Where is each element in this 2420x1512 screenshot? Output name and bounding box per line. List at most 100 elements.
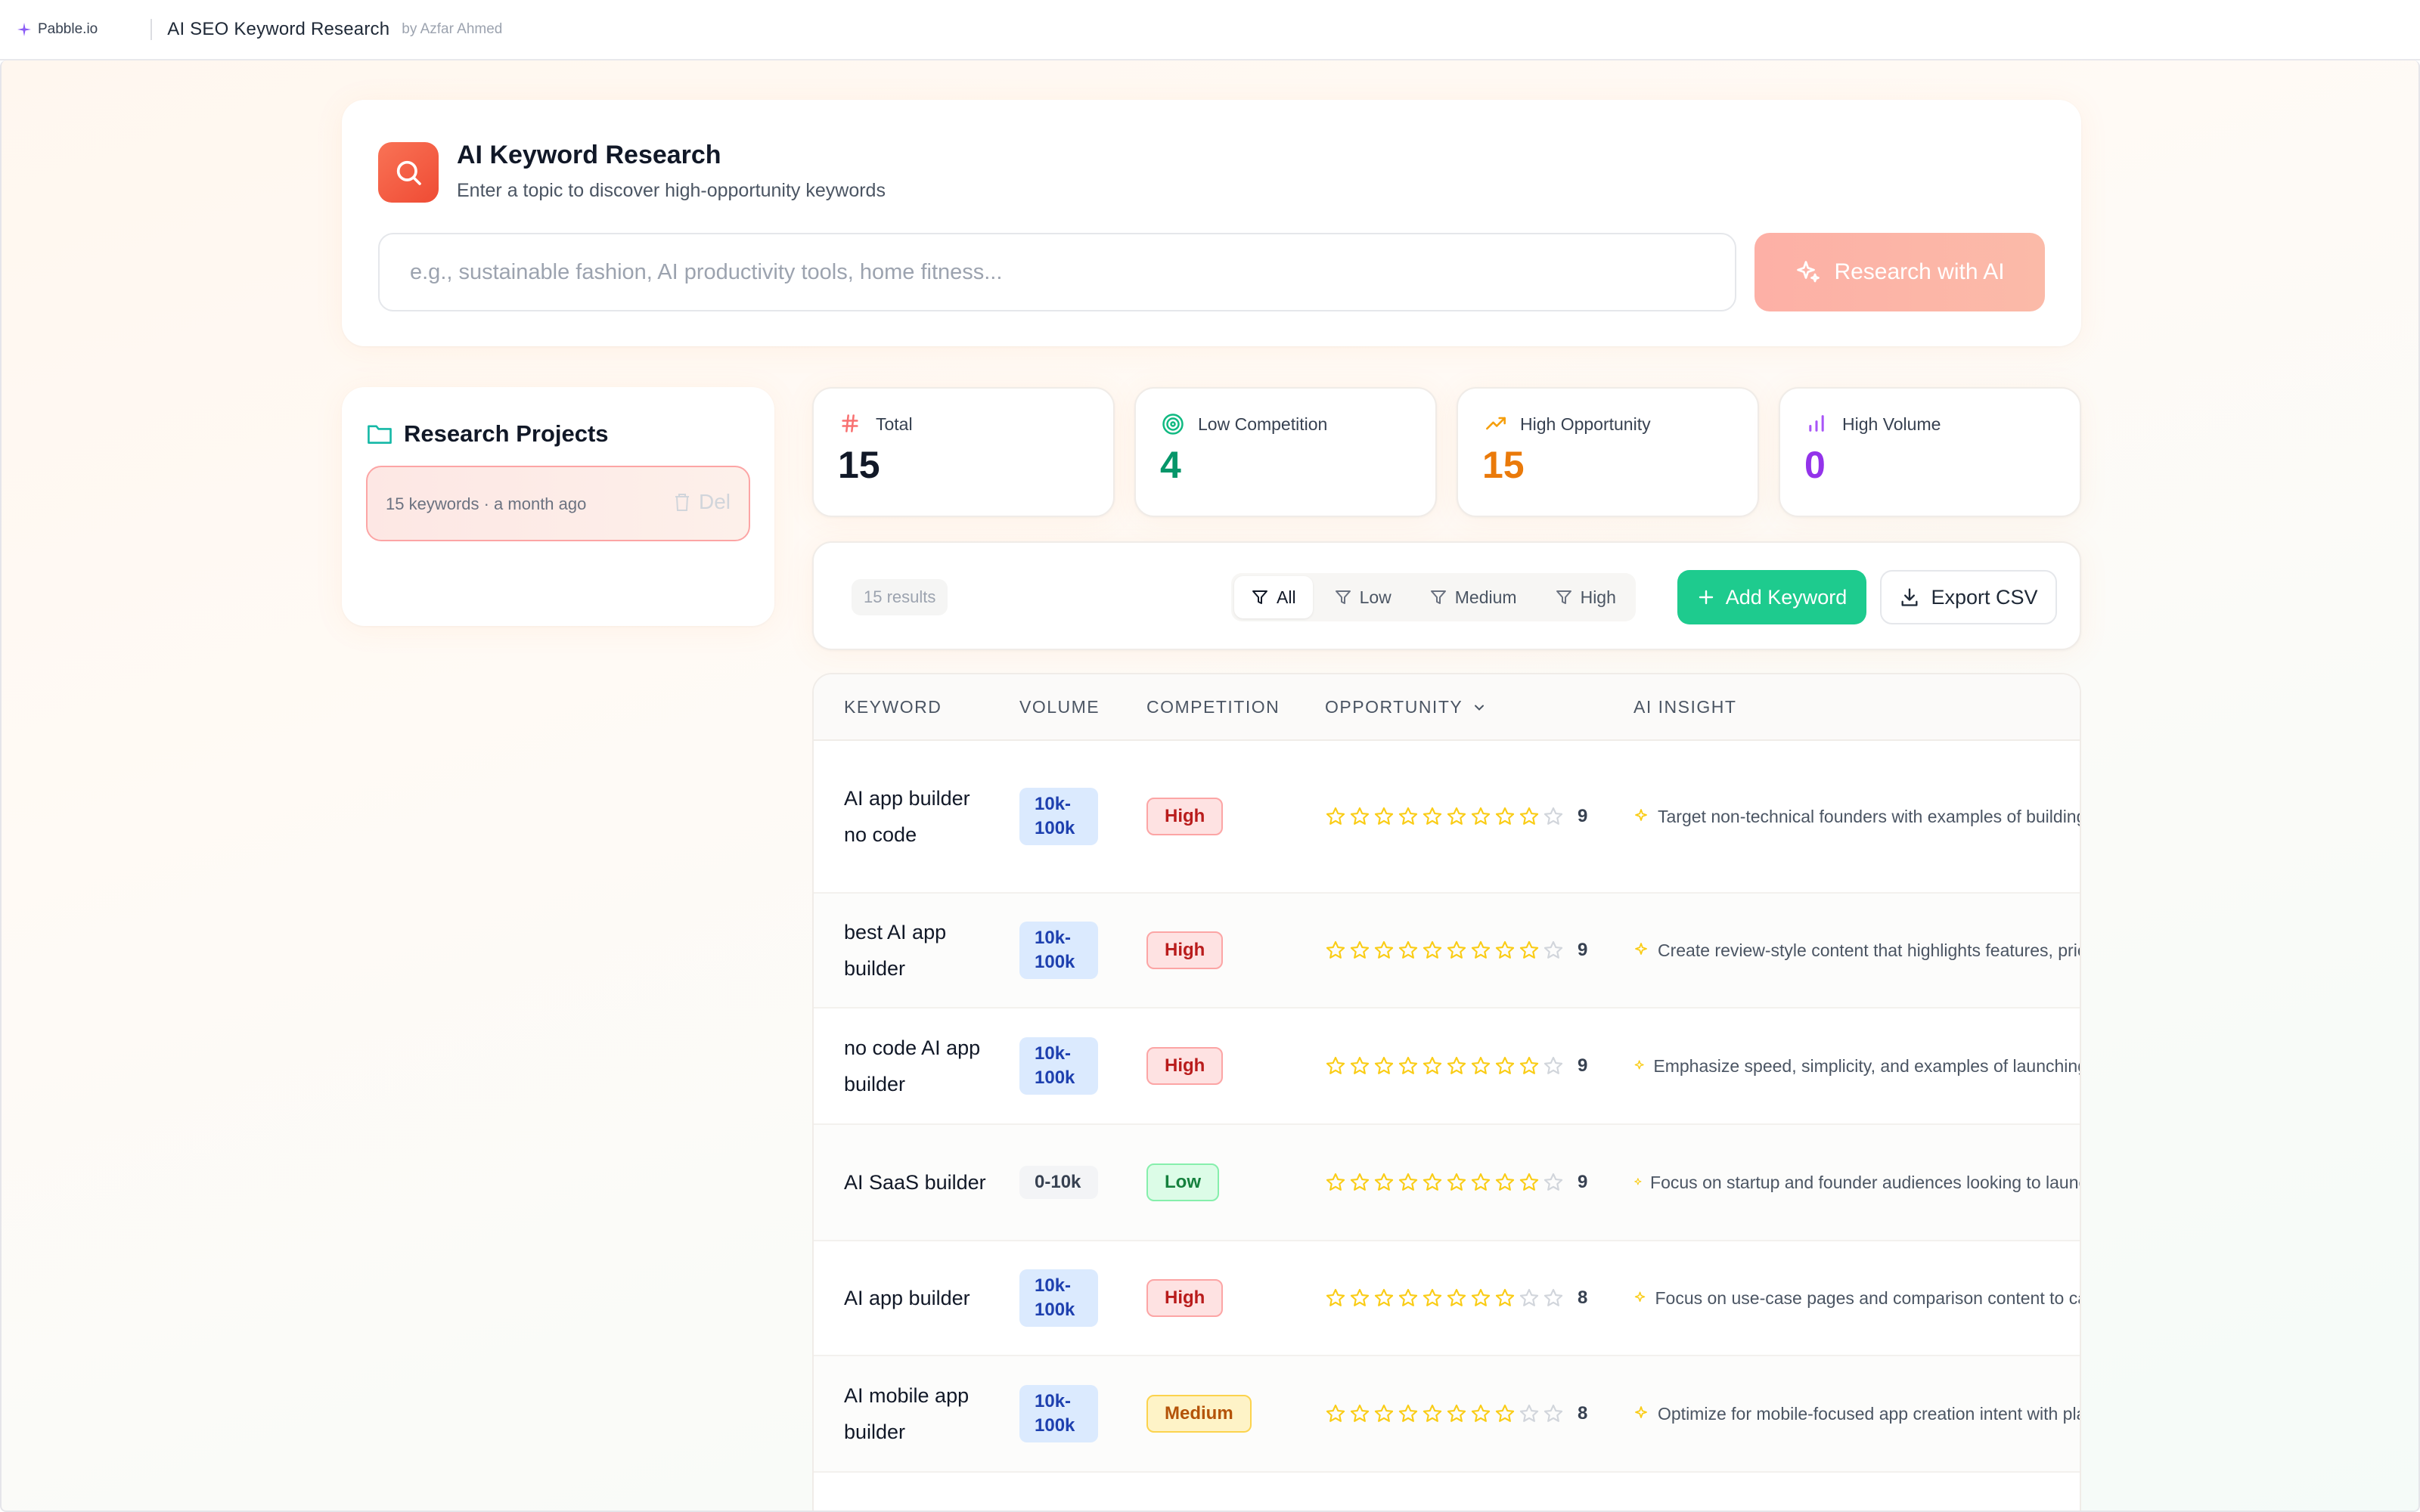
table-row[interactable]: AI SaaS builder 0-10k Low 9 Focus on startup…	[814, 1125, 2080, 1241]
competition-badge: Medium	[1146, 1395, 1252, 1433]
star-icon	[1350, 1056, 1370, 1074]
star-icon	[1326, 1404, 1345, 1422]
column-header-opportunity[interactable]: OPPORTUNITY	[1325, 697, 1487, 717]
projects-title: Research Projects	[404, 420, 609, 447]
trash-icon	[675, 494, 689, 511]
ai-insight-cell: Optimize for mobile-focused app creation…	[1634, 1356, 2081, 1471]
delete-label: Del	[698, 490, 731, 513]
sparkle-icon	[17, 23, 31, 36]
sparkle-icon	[1635, 1406, 1647, 1418]
star-icon	[1495, 1288, 1515, 1306]
star-icon	[1374, 807, 1394, 825]
column-header-competition[interactable]: COMPETITION	[1146, 697, 1280, 717]
filter-high[interactable]: High	[1538, 576, 1633, 618]
star-icon	[1326, 1173, 1345, 1191]
star-icon	[1350, 940, 1370, 959]
ai-insight-cell: Create review-style content that highlig…	[1634, 894, 2080, 1007]
stat-label: Total	[876, 414, 913, 434]
add-keyword-label: Add Keyword	[1725, 585, 1848, 609]
star-icon	[1447, 1173, 1466, 1191]
project-item[interactable]: 15 keywords · a month ago Del	[366, 466, 750, 541]
volume-badge: 10k-100k	[1019, 922, 1098, 979]
sparkle-icon	[1635, 943, 1647, 955]
project-delete-button[interactable]: Del	[673, 490, 731, 514]
opportunity-rating[interactable]: 9	[1325, 1009, 1587, 1123]
star-icon	[1519, 1056, 1539, 1074]
stat-card-total: Total 15	[812, 387, 1115, 517]
topic-search-input[interactable]	[378, 233, 1736, 311]
star-icon	[1519, 1404, 1539, 1422]
competition-cell: High	[1146, 1241, 1224, 1355]
results-count: 15 results	[852, 579, 948, 615]
stat-value: 15	[838, 444, 880, 486]
star-icon	[1471, 1173, 1491, 1191]
star-icon	[1544, 940, 1563, 959]
table-row[interactable]: best AI app builder 10k-100k High 9 Create r…	[814, 894, 2080, 1009]
research-card: AI Keyword Research Enter a topic to dis…	[342, 100, 2081, 346]
brand[interactable]: Pabble.io	[17, 21, 98, 38]
star-icon	[1447, 1288, 1466, 1306]
opportunity-rating[interactable]: 9	[1325, 741, 1587, 892]
bar-chart-icon	[1809, 415, 1824, 432]
star-icon	[1471, 807, 1491, 825]
opportunity-rating[interactable]: 8	[1325, 1241, 1587, 1355]
export-csv-label: Export CSV	[1931, 585, 2038, 609]
keyword-cell: no code AI app builder	[844, 1036, 981, 1095]
star-icon	[1544, 807, 1563, 825]
star-icon	[1544, 1288, 1563, 1306]
filter-all[interactable]: All	[1234, 576, 1313, 618]
ai-insight-cell: Focus on startup and founder audiences l…	[1634, 1125, 2080, 1240]
table-header: KEYWORD VOLUME COMPETITION OPPORTUNITY A…	[814, 674, 2080, 741]
filter-label: Medium	[1454, 587, 1517, 607]
star-icon	[1326, 1288, 1345, 1306]
star-icon	[1495, 807, 1515, 825]
opportunity-rating[interactable]: 9	[1325, 1125, 1587, 1240]
target-icon	[1162, 414, 1184, 435]
star-icon	[1544, 1404, 1563, 1422]
column-header-volume[interactable]: VOLUME	[1019, 697, 1100, 717]
keyword-table: KEYWORD VOLUME COMPETITION OPPORTUNITY A…	[812, 673, 2081, 1510]
table-row[interactable]: AI app builder 10k-100k High 8 Focus on use-…	[814, 1241, 2080, 1356]
app-author: by Azfar Ahmed	[402, 21, 503, 37]
opportunity-rating[interactable]: 9	[1325, 894, 1587, 1007]
results-toolbar: 15 results All Low Medium High Add Keywo…	[812, 541, 2081, 650]
volume-cell: 10k-100k	[1019, 741, 1098, 892]
research-with-ai-button[interactable]: Research with AI	[1754, 233, 2045, 311]
star-icon	[1374, 1288, 1394, 1306]
star-icon	[1374, 1056, 1394, 1074]
ai-insight-text: Focus on use-case pages and comparison c…	[1655, 1287, 2081, 1308]
star-icon	[1326, 807, 1345, 825]
star-icon	[1544, 1056, 1563, 1074]
star-icon	[1447, 940, 1466, 959]
opportunity-score: 9	[1578, 806, 1588, 826]
column-header-ai-insight[interactable]: AI INSIGHT	[1634, 697, 1736, 717]
star-icon	[1447, 1404, 1466, 1422]
export-csv-button[interactable]: Export CSV	[1880, 570, 2057, 624]
stat-card-high-volume: High Volume 0	[1779, 387, 2081, 517]
star-icon	[1398, 940, 1418, 959]
volume-cell: 10k-100k	[1019, 1241, 1098, 1355]
star-icon	[1398, 807, 1418, 825]
star-icon	[1350, 1288, 1370, 1306]
download-icon	[1901, 588, 1918, 606]
app-frame: AI Keyword Research Enter a topic to dis…	[0, 60, 2420, 1512]
table-row[interactable]: no code AI app builder 10k-100k High 9 Empha…	[814, 1009, 2080, 1125]
star-icon	[1544, 1173, 1563, 1191]
table-row[interactable]: AI mobile app builder 10k-100k Medium 8 Opti…	[814, 1356, 2080, 1473]
volume-badge: 10k-100k	[1019, 1037, 1098, 1095]
filter-label: High	[1580, 587, 1616, 607]
column-header-keyword[interactable]: KEYWORD	[844, 697, 942, 717]
star-icon	[1423, 1173, 1442, 1191]
star-icon	[1374, 1404, 1394, 1422]
ai-insight-text: Optimize for mobile-focused app creation…	[1658, 1403, 2081, 1424]
opportunity-rating[interactable]: 8	[1325, 1356, 1587, 1471]
stat-value: 15	[1482, 444, 1525, 486]
filter-low[interactable]: Low	[1317, 576, 1408, 618]
star-icon	[1398, 1056, 1418, 1074]
table-row[interactable]: AI app builder no code 10k-100k High 9 Targe…	[814, 741, 2080, 894]
volume-badge: 10k-100k	[1019, 1385, 1098, 1442]
filter-medium[interactable]: Medium	[1413, 576, 1534, 618]
competition-badge: High	[1146, 1047, 1224, 1085]
search-icon	[396, 160, 421, 185]
add-keyword-button[interactable]: Add Keyword	[1677, 570, 1866, 624]
